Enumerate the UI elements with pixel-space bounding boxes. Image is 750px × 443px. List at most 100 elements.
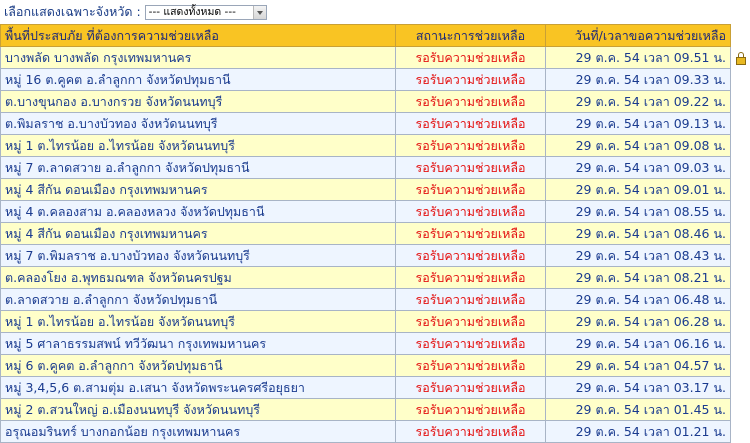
status-cell: รอรับความช่วยเหลือ: [395, 46, 546, 69]
province-select[interactable]: --- แสดงทั้งหมด ---: [144, 4, 267, 20]
row-icon-cell: [730, 222, 750, 245]
column-header-area: พื้นที่ประสบภัย ที่ต้องการความช่วยเหลือ: [0, 24, 396, 47]
status-cell: รอรับความช่วยเหลือ: [395, 376, 546, 399]
request-time-cell: 29 ต.ค. 54 เวลา 03.17 น.: [545, 376, 731, 399]
request-time-cell: 29 ต.ค. 54 เวลา 01.21 น.: [545, 420, 731, 443]
status-cell: รอรับความช่วยเหลือ: [395, 266, 546, 289]
province-filter-label: เลือกแสดงเฉพาะจังหวัด :: [4, 4, 141, 19]
table-row: หมู่ 7 ต.ลาดสวาย อ.ลำลูกกา จังหวัดปทุมธา…: [0, 156, 750, 179]
status-cell: รอรับความช่วยเหลือ: [395, 398, 546, 421]
row-icon-cell: [730, 90, 750, 113]
status-cell: รอรับความช่วยเหลือ: [395, 244, 546, 267]
table-row: หมู่ 2 ต.สวนใหญ่ อ.เมืองนนทบุรี จังหวัดน…: [0, 398, 750, 421]
request-time-cell: 29 ต.ค. 54 เวลา 09.22 น.: [545, 90, 731, 113]
row-icon-cell: [730, 156, 750, 179]
status-cell: รอรับความช่วยเหลือ: [395, 200, 546, 223]
row-icon-cell: [730, 134, 750, 157]
row-icon-cell: [730, 376, 750, 399]
table-row: ต.พิมลราช อ.บางบัวทอง จังหวัดนนทบุรี รอรั…: [0, 112, 750, 135]
table-row: หมู่ 1 ต.ไทรน้อย อ.ไทรน้อย จังหวัดนนทบุร…: [0, 310, 750, 333]
row-icon-cell: [730, 354, 750, 377]
request-time-cell: 29 ต.ค. 54 เวลา 09.08 น.: [545, 134, 731, 157]
table-row: ต.คลองโยง อ.พุทธมณฑล จังหวัดนครปฐม รอรับค…: [0, 266, 750, 289]
request-time-cell: 29 ต.ค. 54 เวลา 04.57 น.: [545, 354, 731, 377]
table-row: ต.ลาดสวาย อ.ลำลูกกา จังหวัดปทุมธานี รอรับ…: [0, 288, 750, 311]
table-body: บางพลัด บางพลัด กรุงเทพมหานคร รอรับความช่…: [0, 46, 750, 443]
row-icon-cell: [730, 112, 750, 135]
area-link[interactable]: หมู่ 5 ศาลาธรรมสพน์ ทวีวัฒนา กรุงเทพมหาน…: [0, 332, 396, 355]
table-row: หมู่ 6 ต.คูคต อ.ลำลูกกา จังหวัดปทุมธานีร…: [0, 354, 750, 377]
area-link[interactable]: หมู่ 6 ต.คูคต อ.ลำลูกกา จังหวัดปทุมธานี: [0, 354, 396, 377]
column-header-status: สถานะการช่วยเหลือ: [395, 24, 546, 47]
chevron-down-icon[interactable]: [252, 5, 266, 19]
table-row: หมู่ 4 สีกัน ดอนเมือง กรุงเทพมหานคร รอรับ…: [0, 222, 750, 245]
request-time-cell: 29 ต.ค. 54 เวลา 09.01 น.: [545, 178, 731, 201]
status-cell: รอรับความช่วยเหลือ: [395, 354, 546, 377]
area-link[interactable]: หมู่ 3,4,5,6 ต.สามตุ่ม อ.เสนา จังหวัดพระ…: [0, 376, 396, 399]
row-icon-cell: [730, 310, 750, 333]
area-link[interactable]: หมู่ 1 ต.ไทรน้อย อ.ไทรน้อย จังหวัดนนทบุร…: [0, 310, 396, 333]
table-row: หมู่ 4 ต.คลองสาม อ.คลองหลวง จังหวัดปทุมธ…: [0, 200, 750, 223]
area-link[interactable]: ต.คลองโยง อ.พุทธมณฑล จังหวัดนครปฐม: [0, 266, 396, 289]
status-cell: รอรับความช่วยเหลือ: [395, 288, 546, 311]
area-link[interactable]: หมู่ 4 ต.คลองสาม อ.คลองหลวง จังหวัดปทุมธ…: [0, 200, 396, 223]
province-filter-bar: เลือกแสดงเฉพาะจังหวัด : --- แสดงทั้งหมด …: [0, 0, 750, 24]
table-row: อรุณอมรินทร์ บางกอกน้อย กรุงเทพมหานคร รอร…: [0, 420, 750, 443]
row-icon-cell: [730, 178, 750, 201]
request-time-cell: 29 ต.ค. 54 เวลา 09.13 น.: [545, 112, 731, 135]
status-cell: รอรับความช่วยเหลือ: [395, 156, 546, 179]
area-link[interactable]: หมู่ 2 ต.สวนใหญ่ อ.เมืองนนทบุรี จังหวัดน…: [0, 398, 396, 421]
row-icon-cell: [730, 244, 750, 267]
table-row: หมู่ 4 สีกัน ดอนเมือง กรุงเทพมหานคร รอรับ…: [0, 178, 750, 201]
row-icon-cell: [730, 68, 750, 91]
row-icon-cell: [730, 288, 750, 311]
table-row: หมู่ 3,4,5,6 ต.สามตุ่ม อ.เสนา จังหวัดพระ…: [0, 376, 750, 399]
province-select-value: --- แสดงทั้งหมด ---: [148, 5, 236, 18]
table-row: ต.บางขุนกอง อ.บางกรวย จังหวัดนนทบุรี รอรั…: [0, 90, 750, 113]
table-row: หมู่ 1 ต.ไทรน้อย อ.ไทรน้อย จังหวัดนนทบุร…: [0, 134, 750, 157]
column-header-spacer: [730, 24, 750, 47]
status-cell: รอรับความช่วยเหลือ: [395, 222, 546, 245]
request-time-cell: 29 ต.ค. 54 เวลา 06.28 น.: [545, 310, 731, 333]
row-icon-cell: [730, 420, 750, 443]
area-link[interactable]: หมู่ 16 ต.คูคต อ.ลำลูกกา จังหวัดปทุมธานี: [0, 68, 396, 91]
table-row: หมู่ 7 ต.พิมลราช อ.บางบัวทอง จังหวัดนนทบ…: [0, 244, 750, 267]
request-time-cell: 29 ต.ค. 54 เวลา 08.46 น.: [545, 222, 731, 245]
column-header-time: วันที่/เวลาขอความช่วยเหลือ: [545, 24, 731, 47]
request-time-cell: 29 ต.ค. 54 เวลา 06.16 น.: [545, 332, 731, 355]
area-link[interactable]: บางพลัด บางพลัด กรุงเทพมหานคร: [0, 46, 396, 69]
table-header-row: พื้นที่ประสบภัย ที่ต้องการความช่วยเหลือ …: [0, 24, 750, 47]
request-time-cell: 29 ต.ค. 54 เวลา 08.21 น.: [545, 266, 731, 289]
row-icon-cell: [730, 266, 750, 289]
table-row: หมู่ 5 ศาลาธรรมสพน์ ทวีวัฒนา กรุงเทพมหาน…: [0, 332, 750, 355]
area-link[interactable]: หมู่ 4 สีกัน ดอนเมือง กรุงเทพมหานคร: [0, 222, 396, 245]
row-icon-cell: [730, 200, 750, 223]
row-icon-cell: [730, 332, 750, 355]
area-link[interactable]: ต.บางขุนกอง อ.บางกรวย จังหวัดนนทบุรี: [0, 90, 396, 113]
status-cell: รอรับความช่วยเหลือ: [395, 68, 546, 91]
table-row: หมู่ 16 ต.คูคต อ.ลำลูกกา จังหวัดปทุมธานี…: [0, 68, 750, 91]
row-icon-cell: [730, 398, 750, 421]
table-row: บางพลัด บางพลัด กรุงเทพมหานคร รอรับความช่…: [0, 46, 750, 69]
area-link[interactable]: ต.ลาดสวาย อ.ลำลูกกา จังหวัดปทุมธานี: [0, 288, 396, 311]
help-requests-table: พื้นที่ประสบภัย ที่ต้องการความช่วยเหลือ …: [0, 24, 750, 443]
status-cell: รอรับความช่วยเหลือ: [395, 332, 546, 355]
request-time-cell: 29 ต.ค. 54 เวลา 09.51 น.: [545, 46, 731, 69]
area-link[interactable]: ต.พิมลราช อ.บางบัวทอง จังหวัดนนทบุรี: [0, 112, 396, 135]
request-time-cell: 29 ต.ค. 54 เวลา 01.45 น.: [545, 398, 731, 421]
status-cell: รอรับความช่วยเหลือ: [395, 112, 546, 135]
status-cell: รอรับความช่วยเหลือ: [395, 178, 546, 201]
request-time-cell: 29 ต.ค. 54 เวลา 08.43 น.: [545, 244, 731, 267]
row-icon-cell: [730, 46, 750, 69]
area-link[interactable]: หมู่ 7 ต.ลาดสวาย อ.ลำลูกกา จังหวัดปทุมธา…: [0, 156, 396, 179]
lock-body: [735, 57, 746, 65]
area-link[interactable]: หมู่ 1 ต.ไทรน้อย อ.ไทรน้อย จังหวัดนนทบุร…: [0, 134, 396, 157]
lock-icon[interactable]: [735, 52, 746, 65]
status-cell: รอรับความช่วยเหลือ: [395, 310, 546, 333]
area-link[interactable]: อรุณอมรินทร์ บางกอกน้อย กรุงเทพมหานคร: [0, 420, 396, 443]
area-link[interactable]: หมู่ 4 สีกัน ดอนเมือง กรุงเทพมหานคร: [0, 178, 396, 201]
status-cell: รอรับความช่วยเหลือ: [395, 90, 546, 113]
area-link[interactable]: หมู่ 7 ต.พิมลราช อ.บางบัวทอง จังหวัดนนทบ…: [0, 244, 396, 267]
status-cell: รอรับความช่วยเหลือ: [395, 134, 546, 157]
request-time-cell: 29 ต.ค. 54 เวลา 09.03 น.: [545, 156, 731, 179]
